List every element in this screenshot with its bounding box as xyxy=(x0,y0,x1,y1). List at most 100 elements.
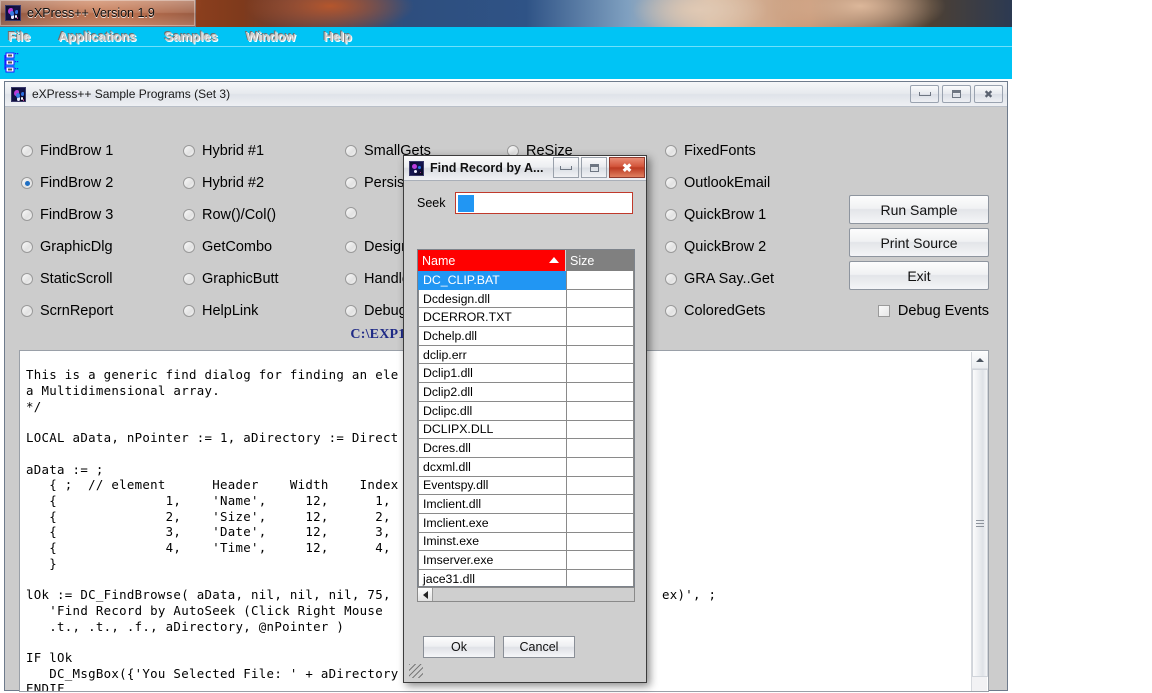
radio-label: FindBrow 2 xyxy=(40,175,113,191)
minimize-icon[interactable] xyxy=(910,85,939,103)
menu-item-help[interactable]: Help xyxy=(324,29,352,44)
radio-findbrow-2[interactable]: FindBrow 2 xyxy=(21,175,113,191)
table-row[interactable]: Dchelp.dll xyxy=(418,327,634,346)
radio-label: FindBrow 3 xyxy=(40,207,113,223)
code-vertical-scrollbar[interactable] xyxy=(971,352,987,692)
cell-name: DCERROR.TXT xyxy=(418,308,566,327)
table-row[interactable]: jace31.dll xyxy=(418,570,634,587)
radio-handle[interactable]: Handle xyxy=(345,271,410,287)
app-title-bar[interactable]: eXPress++ Version 1.9 xyxy=(0,0,196,27)
run-sample-button[interactable]: Run Sample xyxy=(849,195,989,224)
table-row[interactable]: DCERROR.TXT xyxy=(418,308,634,327)
scrollbar-thumb[interactable] xyxy=(972,369,988,677)
table-row[interactable]: Imclient.exe xyxy=(418,514,634,533)
radio-indicator xyxy=(21,273,33,285)
sample-programs-title-bar[interactable]: eXPress++ Sample Programs (Set 3) ✖ xyxy=(5,82,1007,107)
radio-scrnreport[interactable]: ScrnReport xyxy=(21,303,113,319)
source-code-right-fragment: ex)', ; xyxy=(662,587,716,603)
table-row[interactable]: DC_CLIP.BAT xyxy=(418,271,634,290)
column-header-name[interactable]: Name xyxy=(418,250,566,271)
cancel-button[interactable]: Cancel xyxy=(503,636,575,658)
radio-quickbrow-1[interactable]: QuickBrow 1 xyxy=(665,207,766,223)
cell-name: dcxml.dll xyxy=(418,458,566,477)
menu-item-file[interactable]: File xyxy=(8,29,30,44)
table-row[interactable]: Dclipc.dll xyxy=(418,402,634,421)
table-row[interactable]: Dclip2.dll xyxy=(418,383,634,402)
radio-persist[interactable]: Persist xyxy=(345,175,408,191)
radio-findbrow-1[interactable]: FindBrow 1 xyxy=(21,143,113,159)
table-row[interactable]: Imclient.dll xyxy=(418,495,634,514)
radio-staticscroll[interactable]: StaticScroll xyxy=(21,271,113,287)
radio-label: ScrnReport xyxy=(40,303,113,319)
checkbox-indicator xyxy=(878,305,890,317)
cell-size xyxy=(566,346,634,365)
exit-button[interactable]: Exit xyxy=(849,261,989,290)
scroll-up-arrow-icon[interactable] xyxy=(972,352,988,369)
radio-label: Debug xyxy=(364,303,407,319)
radio-row-col[interactable]: Row()/Col() xyxy=(183,207,276,223)
radio-indicator xyxy=(345,177,357,189)
table-row[interactable]: DCLIPX.DLL xyxy=(418,421,634,440)
radio-outlookemail[interactable]: OutlookEmail xyxy=(665,175,770,191)
dialog-window-controls: ✖ xyxy=(551,157,645,178)
maximize-icon[interactable] xyxy=(942,85,971,103)
table-row[interactable]: Dclip1.dll xyxy=(418,364,634,383)
scrollbar-track[interactable] xyxy=(433,588,634,601)
radio-gra-say-get[interactable]: GRA Say..Get xyxy=(665,271,774,287)
browse-horizontal-scrollbar[interactable] xyxy=(417,587,635,602)
minimize-icon[interactable] xyxy=(553,157,579,178)
menu-item-samples[interactable]: Samples xyxy=(164,29,217,44)
radio-indicator xyxy=(183,145,195,157)
radio-debug[interactable]: Debug xyxy=(345,303,407,319)
radio-label: FixedFonts xyxy=(684,143,756,159)
debug-events-checkbox[interactable]: Debug Events xyxy=(878,303,989,319)
radio-fixedfonts[interactable]: FixedFonts xyxy=(665,143,756,159)
radio-helplink[interactable]: HelpLink xyxy=(183,303,258,319)
radio-graphicbutt[interactable]: GraphicButt xyxy=(183,271,279,287)
radio-label: ColoredGets xyxy=(684,303,765,319)
table-row[interactable]: Dcdesign.dll xyxy=(418,290,634,309)
ok-button[interactable]: Ok xyxy=(423,636,495,658)
seek-input[interactable] xyxy=(455,192,633,214)
tree-view-icon[interactable] xyxy=(4,51,34,75)
find-record-body: Seek Name Size DC_CLIP.BAT Dcdesign.dll xyxy=(404,181,646,682)
menu-item-applications[interactable]: Applications xyxy=(58,29,136,44)
column-header-size[interactable]: Size xyxy=(566,250,634,271)
radio-hybrid-1[interactable]: Hybrid #1 xyxy=(183,143,264,159)
close-icon[interactable]: ✖ xyxy=(609,157,645,178)
table-row[interactable]: Eventspy.dll xyxy=(418,477,634,496)
maximize-icon[interactable] xyxy=(581,157,607,178)
table-row[interactable]: Iminst.exe xyxy=(418,533,634,552)
radio-blank[interactable] xyxy=(345,207,364,219)
radio-design[interactable]: Design xyxy=(345,239,409,255)
radio-hybrid-2[interactable]: Hybrid #2 xyxy=(183,175,264,191)
browse-header-row: Name Size xyxy=(418,250,634,271)
radio-indicator xyxy=(345,207,357,219)
debug-events-label: Debug Events xyxy=(898,303,989,319)
seek-label: Seek xyxy=(417,196,446,210)
radio-findbrow-3[interactable]: FindBrow 3 xyxy=(21,207,113,223)
cell-size xyxy=(566,421,634,440)
scroll-left-arrow-icon[interactable] xyxy=(418,588,433,601)
cell-size xyxy=(566,271,634,290)
cell-size xyxy=(566,439,634,458)
radio-graphicdlg[interactable]: GraphicDlg xyxy=(21,239,113,255)
resize-grip-icon[interactable] xyxy=(409,664,423,678)
radio-coloredgets[interactable]: ColoredGets xyxy=(665,303,765,319)
close-icon[interactable]: ✖ xyxy=(974,85,1003,103)
find-record-title-bar[interactable]: Find Record by A... ✖ xyxy=(404,156,646,181)
table-row[interactable]: dcxml.dll xyxy=(418,458,634,477)
table-row[interactable]: Imserver.exe xyxy=(418,551,634,570)
print-source-button[interactable]: Print Source xyxy=(849,228,989,257)
express-app-icon xyxy=(5,5,21,21)
menu-item-window[interactable]: Window xyxy=(246,29,296,44)
cell-size xyxy=(566,364,634,383)
radio-quickbrow-2[interactable]: QuickBrow 2 xyxy=(665,239,766,255)
table-row[interactable]: dclip.err xyxy=(418,346,634,365)
radio-getcombo[interactable]: GetCombo xyxy=(183,239,272,255)
radio-indicator xyxy=(665,273,677,285)
file-browse-list[interactable]: Name Size DC_CLIP.BAT Dcdesign.dll DCERR… xyxy=(417,249,635,587)
radio-indicator xyxy=(183,241,195,253)
table-row[interactable]: Dcres.dll xyxy=(418,439,634,458)
scrollbar-grip-icon xyxy=(976,520,984,527)
